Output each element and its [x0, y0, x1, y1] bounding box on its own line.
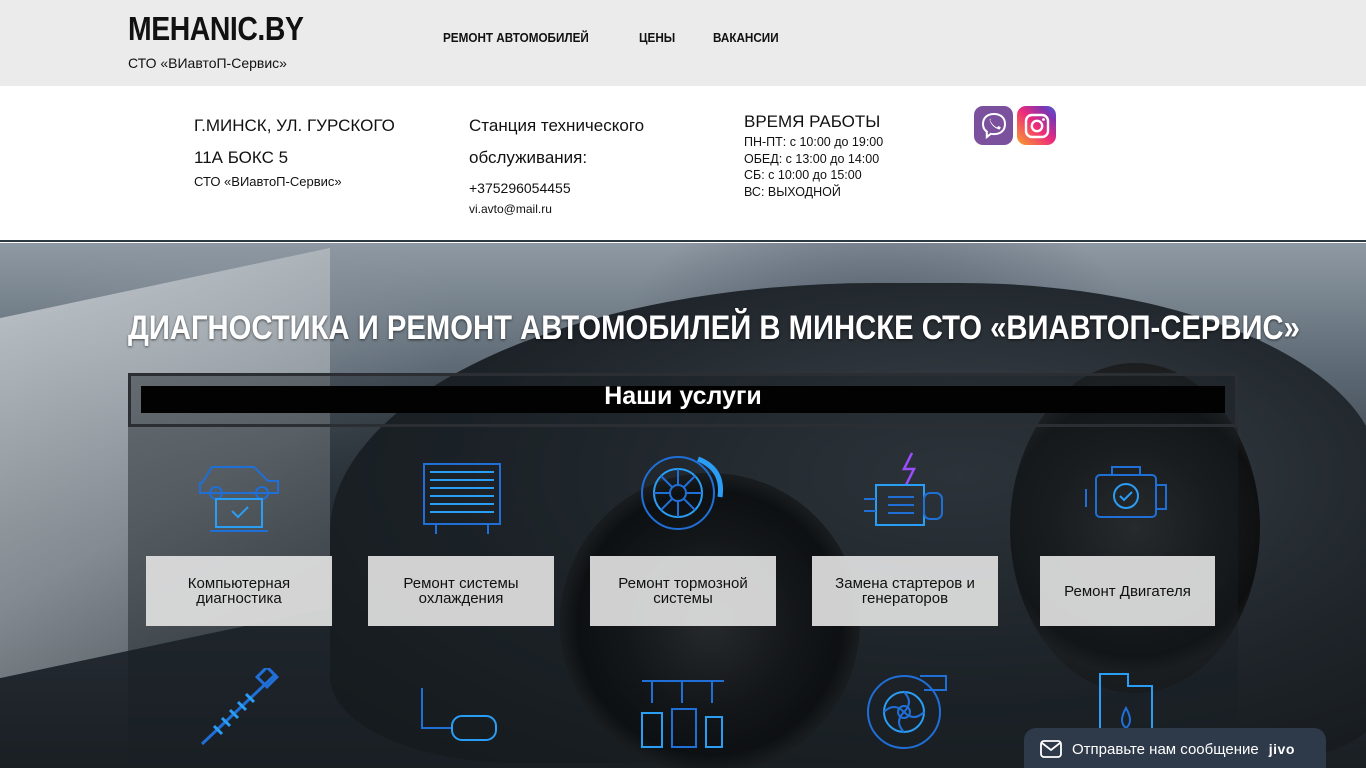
- email-link[interactable]: vi.avto@mail.ru: [469, 202, 709, 216]
- phone-link[interactable]: +375296054455: [469, 180, 709, 196]
- exhaust-icon: [416, 678, 506, 760]
- starter-icon: [860, 451, 950, 533]
- service-brake-repair[interactable]: Ремонт тормозной системы: [590, 556, 776, 626]
- address-company: СТО «ВИавтоП-Сервис»: [194, 174, 342, 189]
- services-title: Наши услуги: [604, 382, 762, 410]
- address-line2: 11А БОКС 5: [194, 148, 289, 167]
- hours-weekdays: ПН-ПТ: с 10:00 до 19:00: [744, 135, 884, 149]
- instagram-icon[interactable]: [1017, 106, 1056, 145]
- station-line1: Станция технического: [469, 116, 645, 135]
- car-laptop-icon: [194, 453, 284, 535]
- services-header: Наши услуги: [128, 373, 1238, 427]
- nav-item-vacancies[interactable]: ВАКАНСИИ: [713, 30, 779, 45]
- station-line2: обслуживания:: [469, 148, 588, 167]
- address-block: Г.МИНСК, УЛ. ГУРСКОГО 11А БОКС 5 СТО «ВИ…: [194, 110, 434, 189]
- pedals-icon: [638, 673, 728, 755]
- address-line1: Г.МИНСК, УЛ. ГУРСКОГО: [194, 116, 395, 135]
- hours-list: ПН-ПТ: с 10:00 до 19:00 ОБЕД: с 13:00 до…: [744, 134, 964, 200]
- site-subtitle: СТО «ВИавтоП-Сервис»: [128, 55, 287, 71]
- hero-title: ДИАГНОСТИКА И РЕМОНТ АВТОМОБИЛЕЙ В МИНСК…: [128, 309, 1300, 347]
- jivo-logo: jivo: [1268, 741, 1295, 757]
- contact-info-band: Г.МИНСК, УЛ. ГУРСКОГО 11А БОКС 5 СТО «ВИ…: [0, 86, 1366, 242]
- nav-item-prices[interactable]: ЦЕНЫ: [639, 30, 675, 45]
- hours-lunch: ОБЕД: с 13:00 до 14:00: [744, 151, 880, 166]
- hero-section: ДИАГНОСТИКА И РЕМОНТ АВТОМОБИЛЕЙ В МИНСК…: [0, 243, 1366, 768]
- viber-icon[interactable]: [974, 106, 1013, 145]
- service-cooling-repair[interactable]: Ремонт системы охлаждения: [368, 556, 554, 626]
- site-logo[interactable]: MEHANIC.BY: [128, 10, 304, 48]
- hours-sunday: ВС: ВЫХОДНОЙ: [744, 184, 841, 199]
- station-block: Станция технического обслуживания: +3752…: [469, 110, 709, 216]
- service-computer-diagnostics[interactable]: Компьютерная диагностика: [146, 556, 332, 626]
- social-links: [974, 106, 1056, 145]
- shock-absorber-icon: [194, 664, 284, 750]
- chat-widget[interactable]: Отправьте нам сообщение jivo: [1024, 728, 1326, 768]
- radiator-icon: [416, 458, 506, 540]
- mail-icon: [1040, 740, 1062, 758]
- hours-block: ВРЕМЯ РАБОТЫ ПН-ПТ: с 10:00 до 19:00 ОБЕ…: [744, 110, 964, 200]
- main-nav: РЕМОНТ АВТОМОБИЛЕЙ ЦЕНЫ ВАКАНСИИ: [443, 30, 820, 45]
- nav-item-car-repair[interactable]: РЕМОНТ АВТОМОБИЛЕЙ: [443, 30, 589, 45]
- service-engine-repair[interactable]: Ремонт Двигателя: [1040, 556, 1215, 626]
- engine-icon: [1082, 455, 1172, 537]
- hours-title: ВРЕМЯ РАБОТЫ: [744, 112, 881, 131]
- hours-saturday: СБ: с 10:00 до 15:00: [744, 168, 862, 182]
- turbo-icon: [860, 668, 950, 750]
- site-header: MEHANIC.BY СТО «ВИавтоП-Сервис» РЕМОНТ А…: [0, 0, 1366, 86]
- chat-prompt: Отправьте нам сообщение: [1072, 740, 1259, 758]
- service-starter-generator[interactable]: Замена стартеров и генераторов: [812, 556, 998, 626]
- brake-disc-icon: [638, 451, 728, 533]
